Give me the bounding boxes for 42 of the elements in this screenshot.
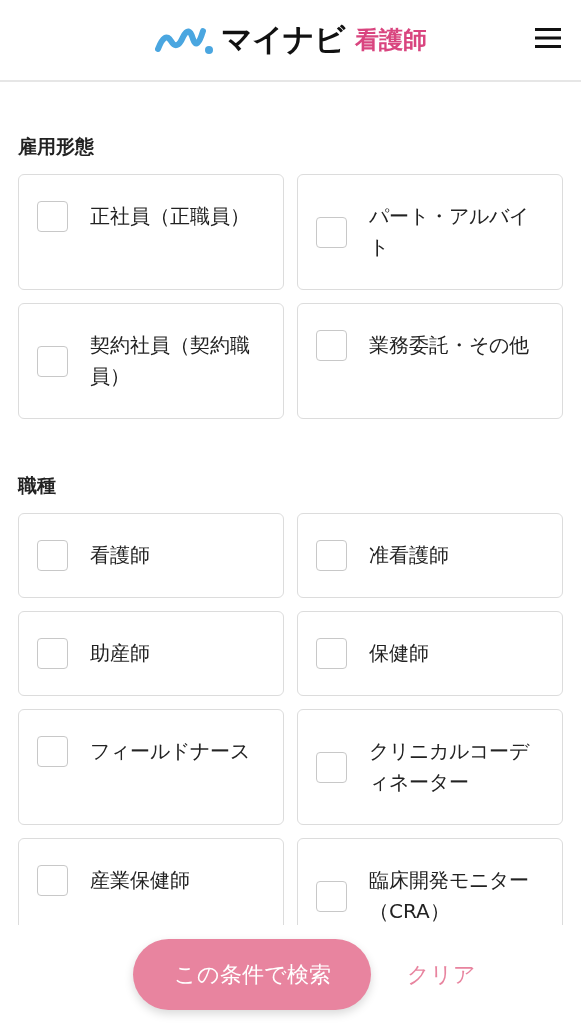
option-card[interactable]: 看護師 [18, 513, 284, 598]
option-label: フィールドナース [90, 738, 251, 765]
option-label: 業務委託・その他 [369, 332, 530, 359]
option-label: 保健師 [369, 640, 430, 667]
checkbox[interactable] [316, 540, 347, 571]
option-label: 臨床開発モニター（CRA） [369, 867, 530, 925]
menu-icon [533, 26, 563, 49]
logo-text: マイナビ [220, 20, 345, 59]
option-card[interactable]: クリニカルコーディネーター [297, 709, 563, 825]
checkbox[interactable] [37, 345, 68, 377]
checkbox[interactable] [37, 540, 68, 571]
option-card[interactable]: 保健師 [297, 611, 563, 696]
checkbox[interactable] [37, 865, 68, 896]
section-title: 雇用形態 [18, 134, 95, 159]
checkbox[interactable] [37, 201, 68, 232]
checkbox[interactable] [316, 330, 347, 361]
option-label: 看護師 [90, 542, 151, 569]
option-label: 助産師 [90, 640, 151, 667]
option-label: クリニカルコーディネーター [369, 738, 531, 796]
section-title: 職種 [18, 473, 57, 498]
option-card[interactable]: 業務委託・その他 [297, 303, 563, 419]
option-card[interactable]: 助産師 [18, 611, 284, 696]
checkbox[interactable] [37, 736, 68, 767]
option-card[interactable]: パート・アルバイト [297, 174, 563, 290]
option-card[interactable]: 産業保健師 [18, 838, 284, 925]
checkbox[interactable] [37, 638, 68, 669]
option-card[interactable]: 准看護師 [297, 513, 563, 598]
option-card[interactable]: 臨床開発モニター（CRA） [297, 838, 563, 925]
option-card[interactable]: 契約社員（契約職員） [18, 303, 284, 419]
option-label: パート・アルバイト [369, 203, 530, 261]
checkbox[interactable] [316, 638, 347, 669]
option-label: 産業保健師 [90, 867, 191, 894]
option-card[interactable]: 正社員（正職員） [18, 174, 284, 290]
logo-subtitle: 看護師 [354, 25, 427, 56]
option-label: 契約社員（契約職員） [90, 332, 251, 390]
option-label: 正社員（正職員） [90, 203, 251, 230]
checkbox[interactable] [316, 751, 347, 783]
option-card[interactable]: フィールドナース [18, 709, 284, 825]
logo-wave-icon [154, 25, 215, 55]
checkbox[interactable] [316, 880, 347, 912]
checkbox[interactable] [316, 216, 347, 248]
option-label: 准看護師 [369, 542, 450, 569]
